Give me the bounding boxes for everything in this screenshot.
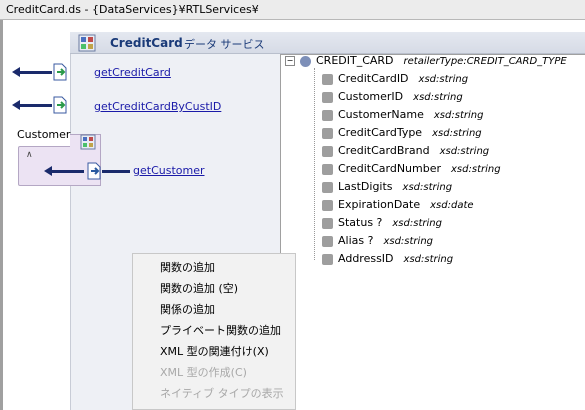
field-type: xsd:string bbox=[432, 128, 482, 139]
field-type: xsd:string bbox=[403, 254, 454, 265]
menu-item-add-empty-function[interactable]: 関数の追加 (空) bbox=[160, 280, 238, 296]
arrow-left-icon bbox=[12, 67, 20, 77]
title-bar: CreditCard.ds - {DataServices}¥RTLServic… bbox=[0, 0, 585, 20]
field-icon bbox=[322, 73, 333, 85]
field-name: CustomerName bbox=[338, 108, 424, 121]
left-frame bbox=[0, 20, 3, 410]
field-name: AddressID bbox=[338, 252, 394, 265]
field-type: xsd:string bbox=[392, 218, 442, 229]
tree-field-row[interactable]: CreditCardType xsd:string bbox=[322, 126, 482, 139]
field-icon bbox=[322, 181, 333, 193]
arrow-line bbox=[102, 170, 130, 173]
function-icon[interactable] bbox=[52, 96, 68, 114]
tree-field-row[interactable]: Alias ? xsd:string bbox=[322, 234, 433, 247]
window-title: CreditCard.ds - {DataServices}¥RTLServic… bbox=[6, 3, 259, 16]
field-type: xsd:string bbox=[413, 92, 463, 103]
tree-field-row[interactable]: LastDigits xsd:string bbox=[322, 180, 452, 193]
field-type: xsd:string bbox=[418, 74, 469, 85]
field-type: xsd:date bbox=[430, 200, 474, 211]
field-name: CreditCardNumber bbox=[338, 162, 442, 175]
field-icon bbox=[322, 145, 333, 157]
tree-field-row[interactable]: CustomerID xsd:string bbox=[322, 90, 463, 103]
tree-guide-line bbox=[314, 68, 316, 260]
menu-item-create-xml-type: XML 型の作成(C) bbox=[160, 366, 247, 379]
tree-root-type: retailerType:CREDIT_CARD_TYPE bbox=[403, 56, 567, 67]
field-type: xsd:string bbox=[451, 164, 501, 175]
menu-item-associate-xml-type[interactable]: XML 型の関連付け(X) bbox=[160, 343, 269, 359]
tree-field-row[interactable]: AddressID xsd:string bbox=[322, 252, 453, 265]
tree-field-row[interactable]: CreditCardBrand xsd:string bbox=[322, 144, 489, 157]
field-name: CustomerID bbox=[338, 90, 404, 103]
field-name: Alias ? bbox=[338, 234, 374, 247]
field-name: Status ? bbox=[338, 216, 383, 229]
service-name: CreditCard bbox=[110, 36, 183, 50]
field-type: xsd:string bbox=[383, 236, 434, 247]
field-icon bbox=[322, 163, 333, 175]
context-menu[interactable]: 関数の追加 関数の追加 (空) 関係の追加 プライベート関数の追加 XML 型の… bbox=[132, 253, 296, 410]
function-link-getCreditCardByCustID[interactable]: getCreditCardByCustID bbox=[94, 100, 221, 113]
field-icon bbox=[322, 235, 333, 247]
function-icon[interactable] bbox=[86, 162, 102, 180]
function-link-getCreditCard[interactable]: getCreditCard bbox=[94, 66, 171, 79]
menu-item-add-relationship[interactable]: 関係の追加 bbox=[160, 301, 215, 317]
service-type-label: データ サービス bbox=[184, 38, 265, 51]
field-type: xsd:string bbox=[433, 110, 484, 121]
arrow-left-icon bbox=[12, 100, 20, 110]
service-header[interactable]: CreditCard データ サービス bbox=[70, 32, 585, 54]
field-icon bbox=[322, 217, 333, 229]
menu-item-add-function[interactable]: 関数の追加 bbox=[160, 259, 215, 275]
field-name: CreditCardBrand bbox=[338, 144, 430, 157]
collapse-icon[interactable]: − bbox=[285, 56, 295, 66]
tree-root-name: CREDIT_CARD bbox=[316, 54, 394, 67]
field-icon bbox=[322, 199, 333, 211]
field-type: xsd:string bbox=[402, 182, 453, 193]
field-name: CreditCardType bbox=[338, 126, 423, 139]
field-name: ExpirationDate bbox=[338, 198, 421, 211]
service-icon bbox=[80, 134, 96, 150]
field-name: LastDigits bbox=[338, 180, 393, 193]
caret-up-icon[interactable]: ∧ bbox=[26, 150, 33, 160]
tree-root-row[interactable]: − CREDIT_CARD retailerType:CREDIT_CARD_TYP… bbox=[285, 54, 567, 67]
function-link-getCustomer[interactable]: getCustomer bbox=[133, 164, 205, 177]
function-icon[interactable] bbox=[52, 63, 68, 81]
arrow-line bbox=[20, 71, 52, 74]
element-icon bbox=[300, 55, 311, 67]
service-icon bbox=[78, 34, 96, 52]
arrow-line bbox=[20, 104, 52, 107]
arrow-left-icon bbox=[44, 166, 52, 176]
tree-field-row[interactable]: CustomerName xsd:string bbox=[322, 108, 483, 121]
tree-field-row[interactable]: CreditCardID xsd:string bbox=[322, 72, 468, 85]
field-icon bbox=[322, 109, 333, 121]
customer-label: Customer bbox=[17, 128, 71, 141]
field-icon bbox=[322, 127, 333, 139]
menu-item-show-native-type: ネイティブ タイプの表示 bbox=[160, 387, 284, 400]
field-type: xsd:string bbox=[439, 146, 490, 157]
menu-item-add-private-function[interactable]: プライベート関数の追加 bbox=[160, 322, 281, 338]
arrow-line bbox=[52, 170, 84, 173]
field-name: CreditCardID bbox=[338, 72, 409, 85]
field-icon bbox=[322, 91, 333, 103]
tree-field-row[interactable]: CreditCardNumber xsd:string bbox=[322, 162, 501, 175]
tree-field-row[interactable]: Status ? xsd:string bbox=[322, 216, 442, 229]
field-icon bbox=[322, 253, 333, 265]
tree-field-row[interactable]: ExpirationDate xsd:date bbox=[322, 198, 474, 211]
